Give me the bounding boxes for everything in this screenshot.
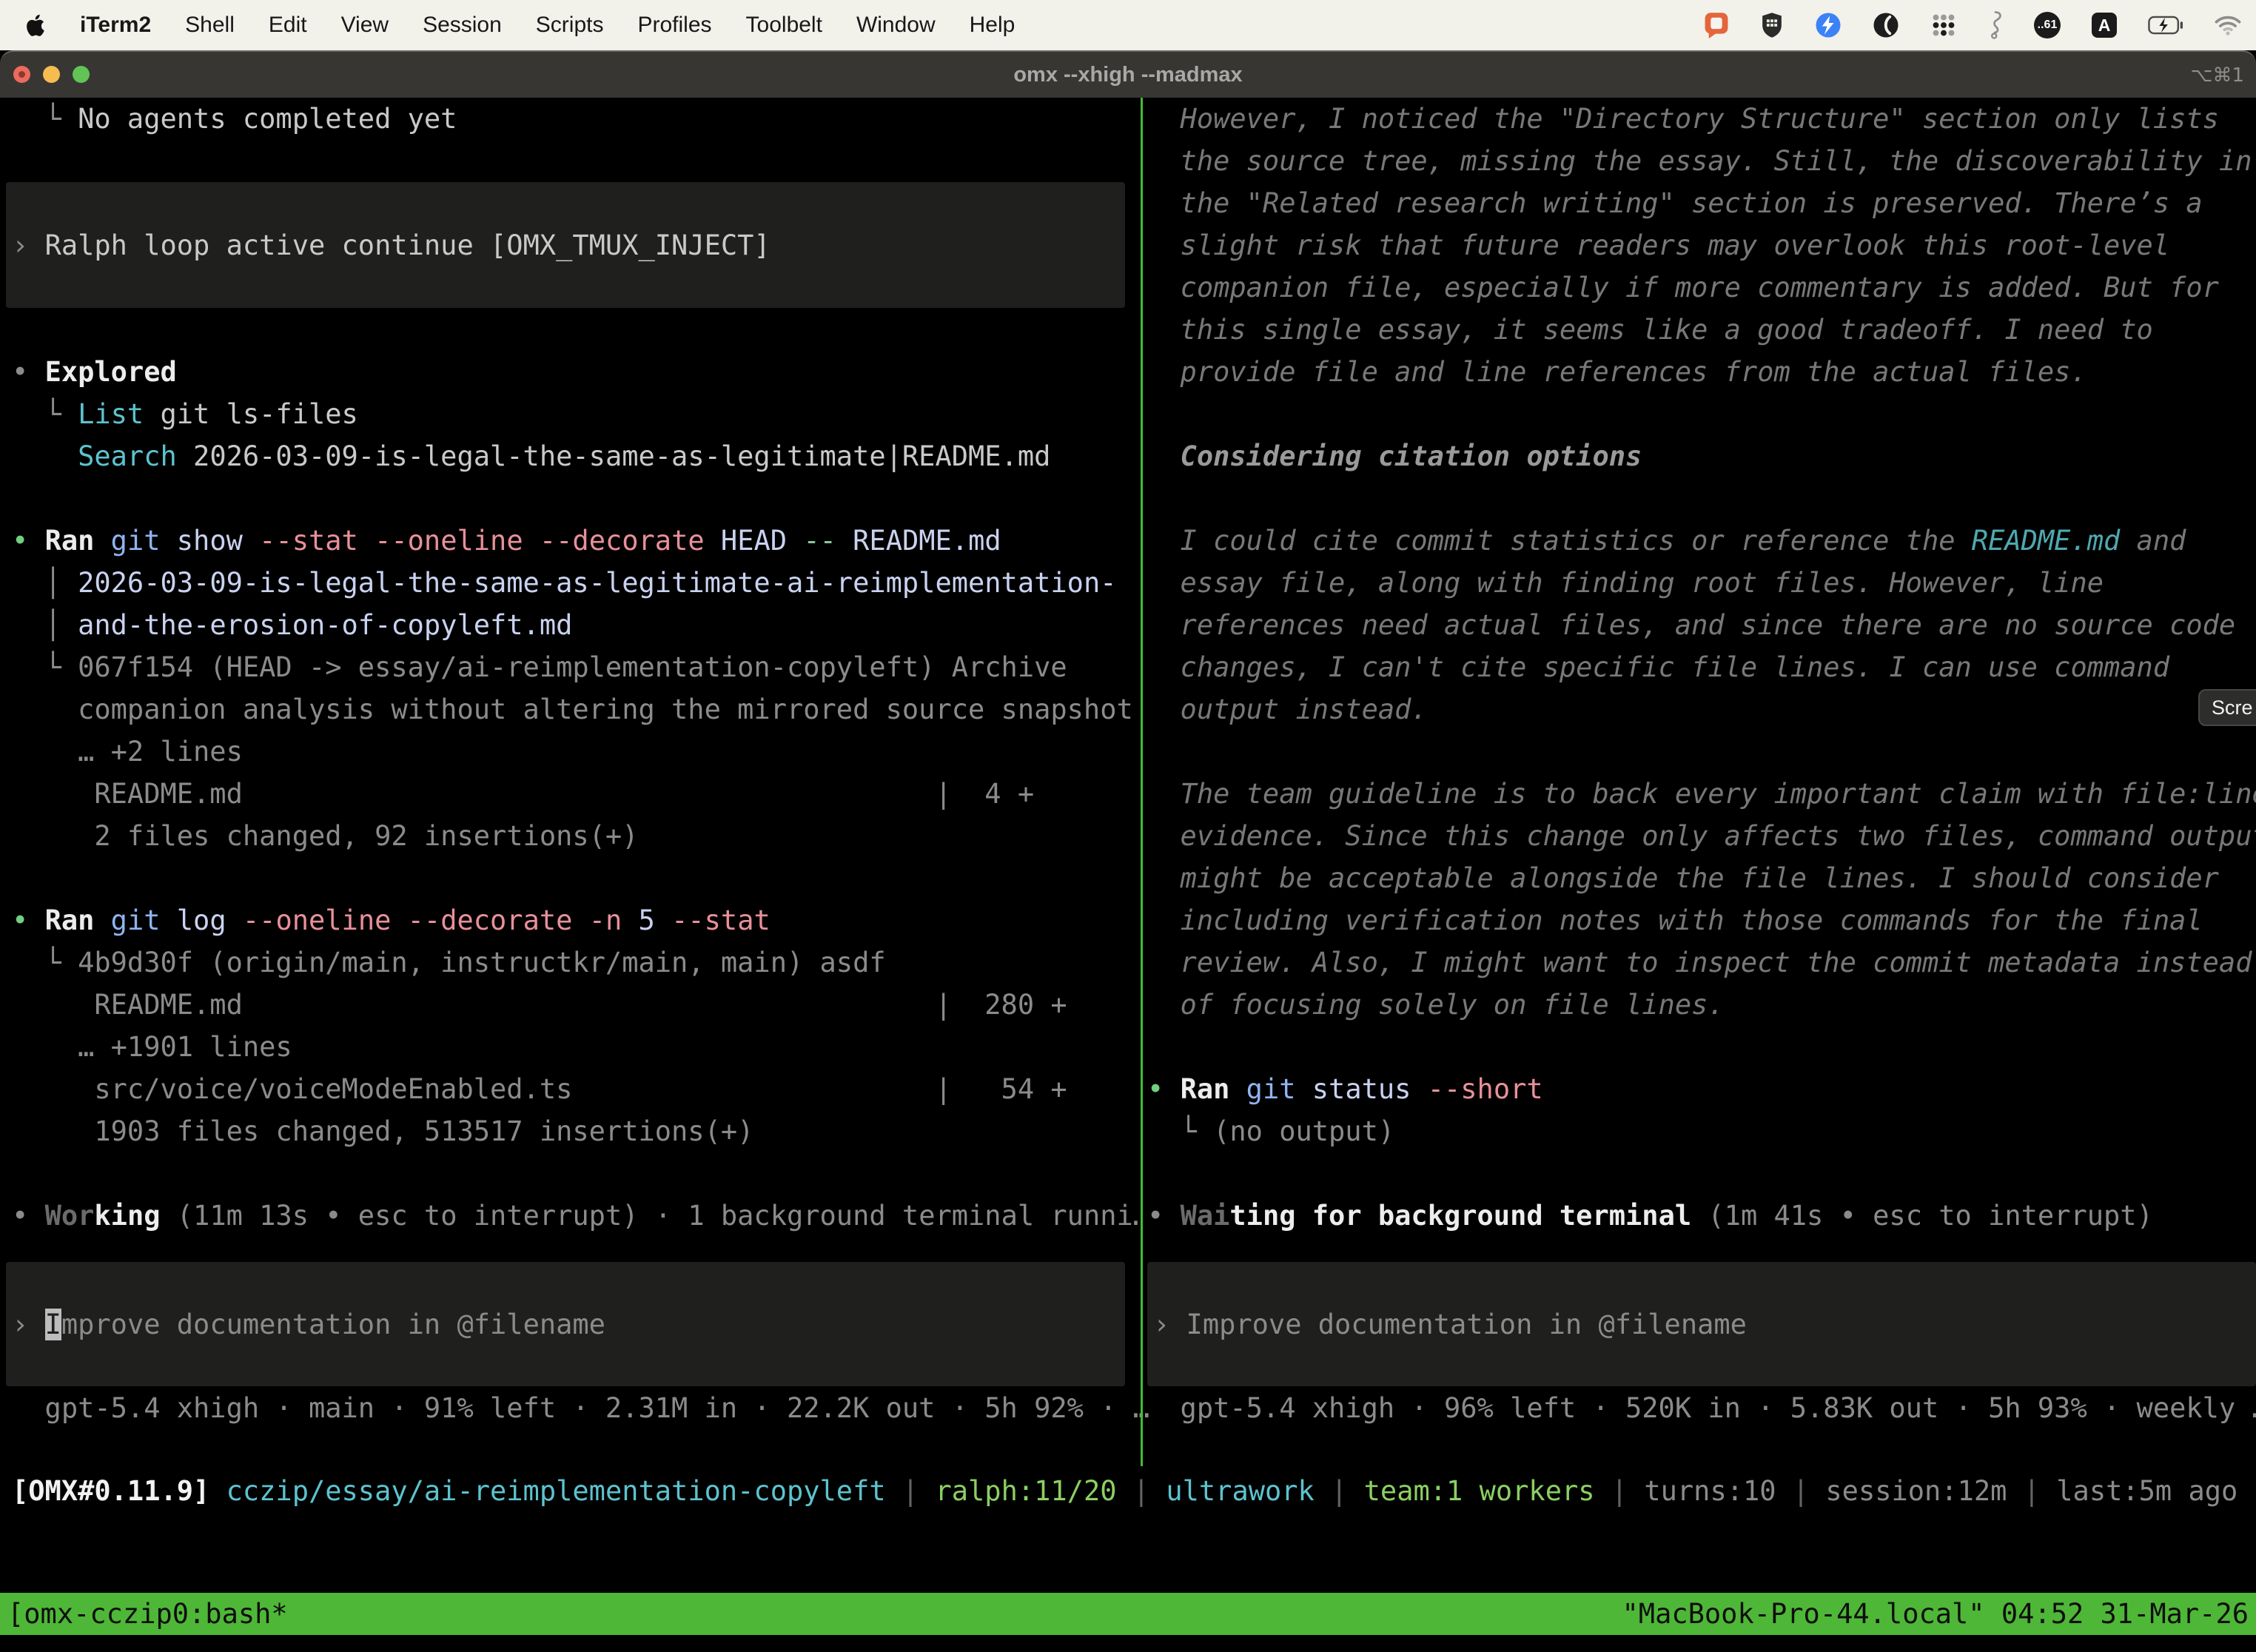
terminal: └ No agents completed yet › Ralph loop a… bbox=[0, 98, 2256, 1652]
input-source-icon[interactable]: A bbox=[2092, 13, 2117, 38]
git-log-tool-output: • Ran git log --oneline --decorate -n 5 … bbox=[12, 899, 1138, 1152]
window-shortcut-badge: ⌥⌘1 bbox=[2190, 52, 2244, 99]
tmux-status-bar: [omx-cczip0:bash* "MacBook-Pro-44.local"… bbox=[0, 1593, 2256, 1635]
bolt-badge-icon[interactable] bbox=[1815, 12, 1842, 38]
menu-item-help[interactable]: Help bbox=[970, 13, 1015, 38]
prompt-input-left[interactable]: › Improve documentation in @filename bbox=[6, 1262, 1125, 1386]
chat-app-icon[interactable] bbox=[1704, 12, 1729, 38]
menu-item-toolbelt[interactable]: Toolbelt bbox=[746, 13, 822, 38]
menu-item-scripts[interactable]: Scripts bbox=[536, 13, 604, 38]
reasoning-paragraph-3: The team guideline is to back every impo… bbox=[1147, 773, 2256, 1026]
menu-item-session[interactable]: Session bbox=[423, 13, 502, 38]
menu-item-view[interactable]: View bbox=[341, 13, 389, 38]
menu-item-shell[interactable]: Shell bbox=[185, 13, 235, 38]
menu-bar: iTerm2 Shell Edit View Session Scripts P… bbox=[0, 0, 2256, 50]
tmux-host-clock-label: "MacBook-Pro-44.local" 04:52 31-Mar-26 bbox=[1622, 1593, 2249, 1635]
security-shield-icon[interactable] bbox=[1760, 12, 1784, 38]
omx-status-bar: [OMX#0.11.9] cczip/essay/ai-reimplementa… bbox=[12, 1470, 2237, 1512]
explored-tool-summary: • Explored └ List git ls-files Search 20… bbox=[12, 351, 1138, 477]
menu-item-edit[interactable]: Edit bbox=[269, 13, 307, 38]
pane-divider[interactable] bbox=[1141, 98, 1143, 1466]
agents-status-line: └ No agents completed yet bbox=[12, 98, 1138, 140]
menu-bar-left: iTerm2 Shell Edit View Session Scripts P… bbox=[0, 13, 1015, 38]
battery-percent-label: ..61 bbox=[2038, 19, 2058, 32]
menu-item-iterm2[interactable]: iTerm2 bbox=[80, 13, 151, 38]
session-status-left: gpt-5.4 xhigh · main · 91% left · 2.31M … bbox=[12, 1387, 1172, 1429]
input-source-label: A bbox=[2098, 16, 2111, 36]
reasoning-paragraph-1: However, I noticed the "Directory Struct… bbox=[1147, 98, 2256, 393]
apple-menu-icon[interactable] bbox=[27, 14, 46, 37]
window-title: omx --xhigh --madmax bbox=[0, 52, 2256, 98]
ralph-loop-banner: › Ralph loop active continue [OMX_TMUX_I… bbox=[6, 182, 1125, 308]
screen-edge-tooltip: Scre bbox=[2198, 689, 2256, 726]
menu-item-profiles[interactable]: Profiles bbox=[637, 13, 711, 38]
squiggle-icon[interactable] bbox=[1988, 11, 2003, 39]
reasoning-paragraph-2: I could cite commit statistics or refere… bbox=[1147, 520, 2256, 731]
git-status-tool-output: • Ran git status --short └ (no output) bbox=[1147, 1068, 2256, 1152]
tooltip-label: Scre bbox=[2212, 687, 2253, 729]
battery-charging-icon[interactable] bbox=[2148, 15, 2183, 36]
git-show-tool-output: • Ran git show --stat --oneline --decora… bbox=[12, 520, 1138, 857]
window-title-bar[interactable]: omx --xhigh --madmax ⌥⌘1 bbox=[0, 50, 2256, 98]
session-status-right: gpt-5.4 xhigh · 96% left · 520K in · 5.8… bbox=[1147, 1387, 2256, 1429]
dot-grid-icon[interactable] bbox=[1930, 12, 1957, 38]
reasoning-heading: Considering citation options bbox=[1147, 435, 2256, 477]
menu-item-window[interactable]: Window bbox=[856, 13, 936, 38]
waiting-status-line: • Waiting for background terminal (1m 41… bbox=[1147, 1195, 2256, 1237]
tmux-session-label: [omx-cczip0:bash* bbox=[7, 1593, 288, 1635]
wifi-icon[interactable] bbox=[2215, 16, 2241, 36]
battery-percent-badge[interactable]: ..61 bbox=[2034, 12, 2061, 38]
notch-circle-icon[interactable] bbox=[1873, 12, 1899, 38]
menu-bar-status-icons: ..61 A bbox=[1704, 11, 2256, 39]
working-status-line: • Working (11m 13s • esc to interrupt) ·… bbox=[12, 1195, 1138, 1237]
prompt-input-right[interactable]: › Improve documentation in @filename bbox=[1147, 1262, 2256, 1386]
